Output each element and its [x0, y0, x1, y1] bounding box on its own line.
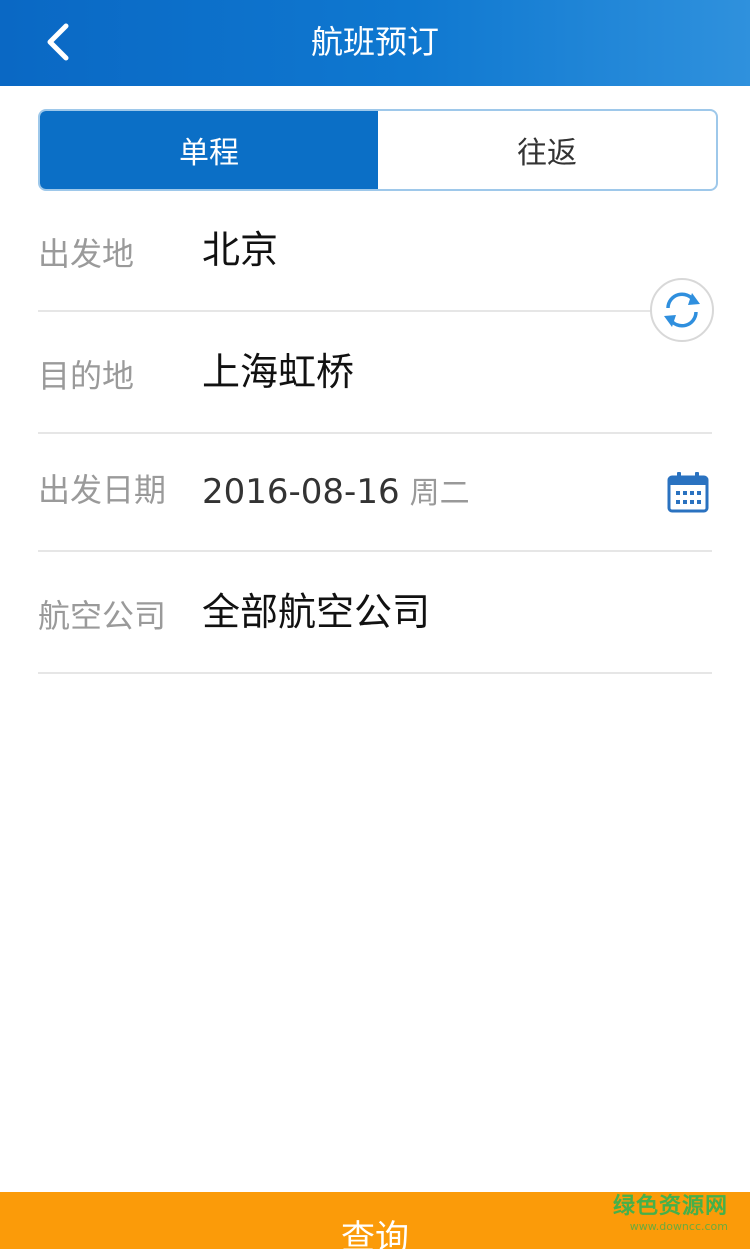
airline-value[interactable]: 全部航空公司: [202, 588, 430, 636]
departure-city[interactable]: 北京: [202, 226, 278, 274]
airline-row[interactable]: 航空公司 全部航空公司: [38, 552, 712, 674]
swap-cities-button[interactable]: [650, 278, 714, 342]
search-button[interactable]: 查询: [0, 1192, 750, 1249]
date-label: 出发日期: [38, 471, 167, 509]
tab-round-trip[interactable]: 往返: [378, 111, 716, 189]
departure-label: 出发地: [38, 235, 135, 273]
swap-icon: [664, 292, 700, 328]
departure-row[interactable]: 出发地 北京: [38, 190, 712, 312]
calendar-icon: [667, 472, 709, 513]
tab-one-way[interactable]: 单程: [40, 111, 378, 189]
departure-weekday: 周二: [409, 476, 470, 511]
date-row[interactable]: 出发日期 2016-08-16 周二: [38, 434, 712, 552]
destination-label: 目的地: [38, 357, 135, 395]
calendar-button[interactable]: [666, 470, 710, 514]
airline-label: 航空公司: [38, 597, 167, 635]
destination-row[interactable]: 目的地 上海虹桥: [38, 312, 712, 434]
destination-city[interactable]: 上海虹桥: [202, 348, 354, 396]
date-value[interactable]: 2016-08-16 周二: [202, 466, 470, 518]
departure-date: 2016-08-16: [202, 472, 400, 512]
trip-type-segmented-control: 单程 往返: [38, 109, 718, 191]
app-header: 航班预订: [0, 0, 750, 86]
page-title: 航班预订: [310, 23, 439, 61]
